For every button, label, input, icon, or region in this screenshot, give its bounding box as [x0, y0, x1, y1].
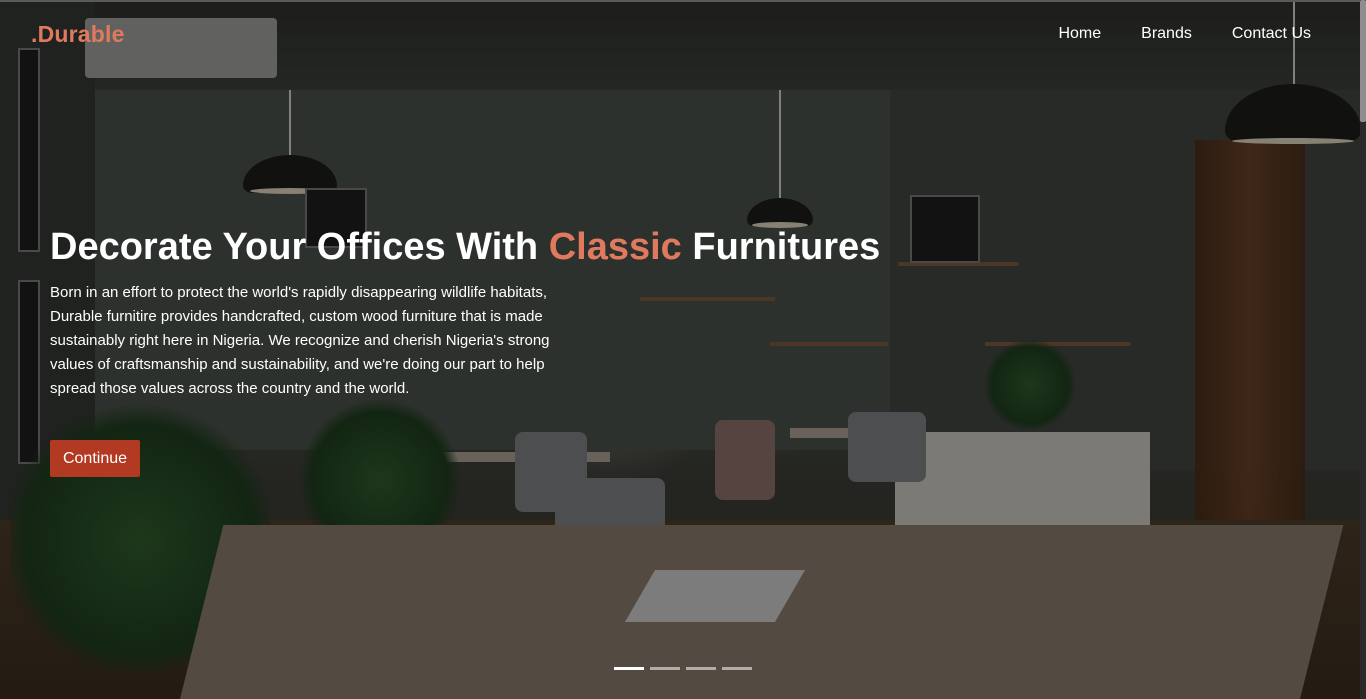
hero-description: Born in an effort to protect the world's… — [50, 284, 550, 397]
scrollbar-track[interactable] — [1360, 0, 1366, 699]
nav-link-home[interactable]: Home — [1058, 25, 1101, 43]
hero-title-start: Decorate Your Offices With — [50, 226, 549, 268]
nav-link-brands[interactable]: Brands — [1141, 25, 1192, 43]
continue-button[interactable]: Continue — [50, 440, 140, 477]
hero-section: .Durable Home Brands Contact Us Decorate… — [0, 0, 1366, 699]
carousel-indicator-4[interactable] — [722, 667, 752, 670]
hero-title-end: Furnitures — [681, 226, 881, 268]
nav-link-contact-us[interactable]: Contact Us — [1232, 25, 1311, 43]
carousel-indicator-2[interactable] — [650, 667, 680, 670]
main-nav: Home Brands Contact Us — [1058, 25, 1311, 43]
hero-title: Decorate Your Offices With Classic Furni… — [50, 226, 880, 269]
scrollbar-thumb[interactable] — [1360, 0, 1366, 122]
top-border — [0, 0, 1366, 2]
brand-logo[interactable]: .Durable — [31, 21, 125, 48]
carousel-indicators — [614, 667, 752, 670]
carousel-indicator-1[interactable] — [614, 667, 644, 670]
hero-title-accent: Classic — [548, 226, 682, 268]
carousel-indicator-3[interactable] — [686, 667, 716, 670]
